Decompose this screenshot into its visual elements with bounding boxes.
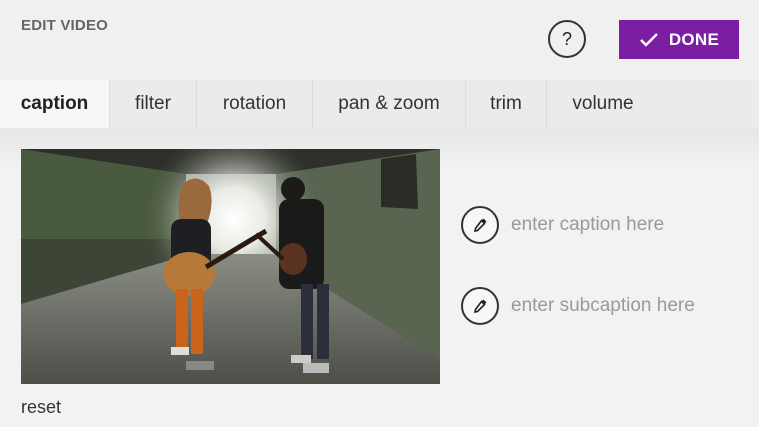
- checkmark-icon: [639, 32, 658, 47]
- help-button[interactable]: ?: [548, 20, 586, 58]
- tab-trim-label: trim: [490, 93, 522, 114]
- video-frame-image: [21, 149, 440, 384]
- tab-filter[interactable]: filter: [110, 80, 197, 128]
- help-button-label: ?: [561, 28, 572, 49]
- tab-pan-zoom[interactable]: pan & zoom: [313, 80, 466, 128]
- tab-filter-label: filter: [135, 93, 171, 114]
- tab-pan-zoom-label: pan & zoom: [338, 93, 440, 114]
- tab-volume-label: volume: [572, 93, 634, 114]
- subcaption-input[interactable]: [511, 295, 759, 317]
- done-button[interactable]: DONE: [619, 20, 739, 59]
- reset-link[interactable]: reset: [21, 397, 61, 418]
- tab-volume[interactable]: volume: [547, 80, 659, 128]
- tab-caption-label: caption: [20, 93, 89, 114]
- eyedropper-icon: [473, 218, 487, 233]
- tab-caption[interactable]: caption: [0, 80, 110, 128]
- subcaption-row: [461, 287, 759, 325]
- tab-rotation[interactable]: rotation: [197, 80, 313, 128]
- tab-bar: caption filter rotation pan & zoom trim …: [0, 80, 759, 128]
- caption-color-picker[interactable]: [461, 206, 499, 244]
- tab-trim[interactable]: trim: [466, 80, 547, 128]
- eyedropper-icon: [473, 299, 487, 314]
- video-preview[interactable]: [21, 149, 440, 384]
- caption-input[interactable]: [511, 214, 759, 236]
- page-title: EDIT VIDEO: [21, 17, 109, 34]
- tab-rotation-label: rotation: [222, 93, 287, 114]
- subcaption-color-picker[interactable]: [461, 287, 499, 325]
- done-button-label: DONE: [668, 29, 720, 49]
- caption-row: [461, 206, 759, 244]
